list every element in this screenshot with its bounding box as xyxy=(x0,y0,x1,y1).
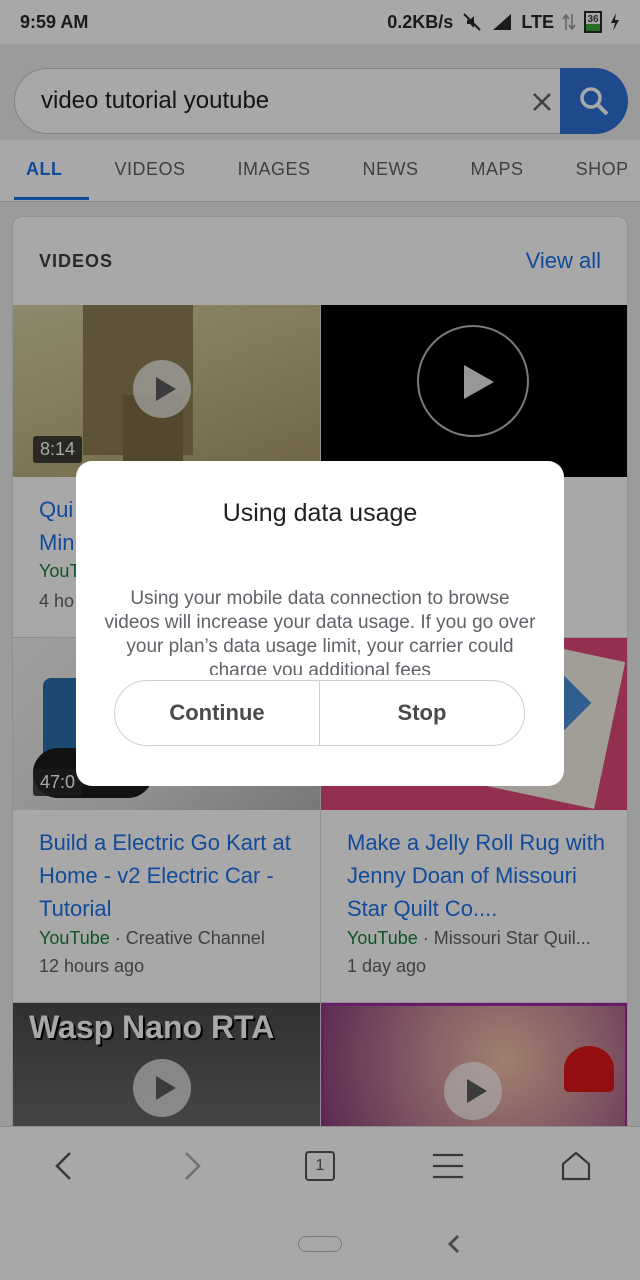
data-usage-dialog: Using data usage Using your mobile data … xyxy=(76,461,564,786)
dialog-title: Using data usage xyxy=(222,499,418,527)
dialog-message: Using your mobile data connection to bro… xyxy=(104,588,536,675)
dialog-buttons: Continue Stop xyxy=(114,680,525,746)
stop-button[interactable]: Stop xyxy=(319,681,524,745)
continue-button[interactable]: Continue xyxy=(115,681,319,745)
